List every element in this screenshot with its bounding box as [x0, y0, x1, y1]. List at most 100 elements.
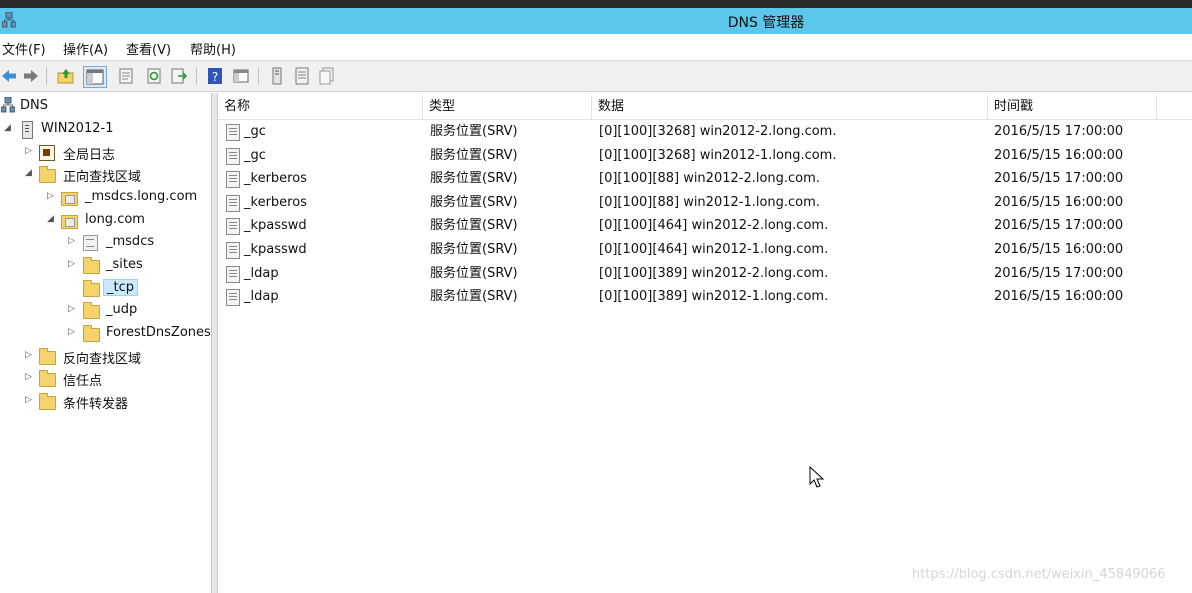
expand-arrow-icon[interactable]: ▷	[25, 372, 35, 386]
cell-timestamp: 2016/5/15 16:00:00	[994, 147, 1124, 163]
tree-label: _udp	[106, 302, 138, 317]
zone-icon	[61, 189, 78, 206]
tree-label: 信任点	[63, 374, 103, 389]
column-header-type[interactable]: 类型	[423, 95, 592, 119]
expand-arrow-icon[interactable]: ▷	[25, 395, 35, 409]
cell-name: _kpasswd	[244, 242, 307, 257]
table-row[interactable]: _gc 服务位置(SRV) [0][100][3268] win2012-1.lon…	[218, 144, 1192, 168]
column-header-data[interactable]: 数据	[592, 95, 988, 119]
table-row[interactable]: _gc 服务位置(SRV) [0][100][3268] win2012-2.lon…	[218, 120, 1192, 144]
forward-icon[interactable]	[22, 67, 40, 85]
toolbar-separator	[258, 67, 259, 85]
collapse-arrow-icon[interactable]: ◢	[47, 214, 57, 228]
tree-label: 条件转发器	[63, 397, 129, 412]
cell-data: [0][100][464] win2012-2.long.com.	[599, 218, 829, 234]
mouse-cursor-icon	[809, 466, 825, 488]
cell-name: _gc	[244, 147, 266, 163]
tree-label: WIN2012-1	[41, 121, 114, 136]
folder-icon	[39, 370, 56, 387]
folder-icon	[83, 257, 100, 274]
menu-action[interactable]: 操作(A)	[63, 39, 108, 58]
mmc-icon[interactable]	[232, 67, 250, 85]
srv-record-icon	[226, 242, 240, 259]
server-icon	[19, 121, 35, 139]
cell-data: [0][100][389] win2012-1.long.com.	[599, 289, 829, 305]
collapse-arrow-icon[interactable]: ◢	[4, 123, 14, 137]
expand-arrow-icon[interactable]: ▷	[68, 304, 78, 318]
cell-type: 服务位置(SRV)	[430, 265, 518, 281]
folder-icon	[83, 280, 100, 297]
cell-data: [0][100][3268] win2012-2.long.com.	[599, 124, 837, 139]
srv-record-icon	[226, 147, 240, 165]
cell-type: 服务位置(SRV)	[430, 289, 518, 305]
expand-arrow-icon[interactable]: ▷	[68, 236, 78, 250]
menu-file[interactable]: 文件(F)	[2, 39, 46, 58]
help-icon[interactable]: ?	[206, 67, 224, 85]
server-icon[interactable]	[268, 67, 286, 85]
menu-help[interactable]: 帮助(H)	[190, 39, 236, 58]
global-logs-icon	[39, 144, 55, 161]
tree-label: 正向查找区域	[63, 170, 142, 185]
cell-timestamp: 2016/5/15 17:00:00	[994, 124, 1124, 139]
tree-label: _msdcs.long.com	[85, 189, 198, 204]
dns-icon	[1, 97, 15, 113]
toolbar: ?	[0, 60, 1192, 92]
srv-record-icon	[226, 289, 240, 307]
cell-type: 服务位置(SRV)	[430, 171, 518, 187]
toolbar-separator	[46, 67, 47, 85]
expand-arrow-icon[interactable]: ▷	[25, 350, 35, 364]
table-row[interactable]: _kerberos 服务位置(SRV) [0][100][88] win2012-1…	[218, 191, 1192, 215]
tree-label: _msdcs	[106, 234, 155, 249]
column-header-timestamp[interactable]: 时间戳	[988, 95, 1157, 119]
collapse-arrow-icon[interactable]: ◢	[25, 168, 35, 182]
cell-name: _ldap	[244, 265, 279, 281]
table-row[interactable]: _ldap 服务位置(SRV) [0][100][389] win2012-1.lo…	[218, 285, 1192, 309]
delegation-icon	[83, 234, 99, 251]
tree-label: 全局日志	[63, 148, 116, 163]
pane-splitter[interactable]	[211, 93, 218, 593]
cell-timestamp: 2016/5/15 16:00:00	[994, 289, 1124, 305]
expand-arrow-icon[interactable]: ▷	[68, 327, 78, 341]
expand-arrow-icon[interactable]: ▷	[25, 146, 35, 160]
record-icon[interactable]	[293, 67, 311, 85]
cell-timestamp: 2016/5/15 16:00:00	[994, 242, 1124, 257]
tree-label: 反向查找区域	[63, 352, 142, 367]
copy-record-icon[interactable]	[318, 67, 336, 85]
cell-name: _gc	[244, 124, 266, 139]
table-row[interactable]: _kpasswd 服务位置(SRV) [0][100][464] win2012-2…	[218, 214, 1192, 238]
export-list-icon[interactable]	[170, 67, 188, 85]
cell-timestamp: 2016/5/15 16:00:00	[994, 194, 1124, 210]
toolbar-separator	[196, 67, 197, 85]
top-strip	[0, 0, 1192, 8]
up-icon[interactable]	[57, 67, 75, 85]
show-hide-tree-icon[interactable]	[83, 66, 107, 88]
table-row[interactable]: _kerberos 服务位置(SRV) [0][100][88] win2012-2…	[218, 167, 1192, 191]
title-bar[interactable]: DNS 管理器	[0, 8, 1192, 34]
tree-label: long.com	[85, 212, 145, 227]
cell-name: _kerberos	[244, 171, 307, 187]
table-row[interactable]: _ldap 服务位置(SRV) [0][100][389] win2012-2.lo…	[218, 262, 1192, 286]
srv-record-icon	[226, 265, 240, 283]
column-header-name[interactable]: 名称	[218, 95, 423, 119]
table-row[interactable]: _kpasswd 服务位置(SRV) [0][100][464] win2012-1…	[218, 238, 1192, 262]
folder-icon	[39, 393, 56, 410]
expand-arrow-icon[interactable]: ▷	[47, 191, 57, 205]
expand-arrow-icon[interactable]: ▷	[68, 259, 78, 273]
menu-bar: 文件(F) 操作(A) 查看(V) 帮助(H)	[0, 36, 1192, 58]
tree-label: _tcp	[103, 279, 138, 296]
refresh-icon[interactable]	[145, 67, 163, 85]
cell-type: 服务位置(SRV)	[430, 242, 518, 257]
menu-view[interactable]: 查看(V)	[126, 39, 171, 58]
folder-icon	[39, 166, 56, 183]
cell-type: 服务位置(SRV)	[430, 218, 518, 234]
folder-icon	[39, 348, 56, 365]
back-icon[interactable]	[0, 67, 18, 85]
srv-record-icon	[226, 194, 240, 212]
console-tree: DNS ◢ WIN2012-1 ▷ 全局日志 ◢ 正向查找区域 ▷ _msdcs…	[0, 93, 211, 593]
properties-icon[interactable]	[117, 67, 135, 85]
tree-label: DNS	[20, 98, 48, 113]
list-header: 名称 类型 数据 时间戳	[218, 95, 1192, 120]
cell-data: [0][100][88] win2012-1.long.com.	[599, 194, 820, 210]
window-title: DNS 管理器	[727, 15, 805, 31]
srv-record-icon	[226, 218, 240, 236]
